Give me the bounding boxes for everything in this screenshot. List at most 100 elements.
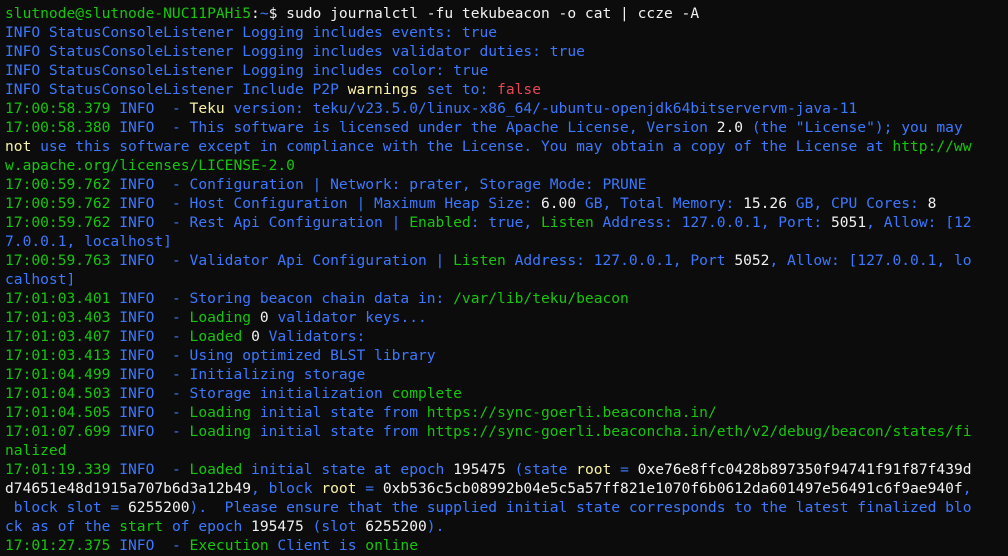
log-line: INFO StatusConsoleListener Logging inclu…	[5, 23, 1008, 42]
log-segment: INFO	[119, 176, 155, 193]
log-segment: Address:	[593, 214, 682, 231]
log-segment: 6255200	[128, 499, 190, 516]
log-segment: -	[154, 100, 190, 117]
log-segment: INFO	[119, 100, 155, 117]
log-segment: initial state from	[251, 423, 427, 440]
log-segment: ). Please ensure that the supplied initi…	[189, 499, 972, 516]
log-segment: set to:	[417, 81, 498, 98]
log-segment: 127.0.0.1	[681, 214, 761, 231]
log-segment: Enabled	[409, 214, 471, 231]
log-segment: root	[576, 461, 612, 478]
log-segment: , Allow: [12	[866, 214, 972, 231]
log-line: 17:00:59.762 INFO - Host Configuration |…	[5, 194, 1008, 213]
log-segment: INFO	[119, 423, 155, 440]
log-segment: INFO	[119, 537, 155, 554]
log-segment: (state	[505, 461, 577, 478]
log-segment: Address:	[505, 252, 594, 269]
log-line: 17:01:04.499 INFO - Initializing storage	[5, 365, 1008, 384]
log-segment: 17:01:03.401	[5, 290, 120, 307]
log-segment: 17:01:03.403	[5, 309, 120, 326]
log-segment: validator keys...	[268, 309, 427, 326]
log-segment: 17:00:59.763	[5, 252, 120, 269]
log-segment: warnings	[347, 81, 418, 98]
log-segment: INFO StatusConsoleListener Logging inclu…	[5, 24, 498, 41]
log-segment: INFO	[119, 404, 155, 421]
log-segment: Loading	[189, 423, 252, 440]
log-line: 17:01:03.401 INFO - Storing beacon chain…	[5, 289, 1008, 308]
log-segment: 17:01:04.505	[5, 404, 120, 421]
log-segment: , Allow: [127.0.0.1, lo	[769, 252, 972, 269]
log-line: nalized	[5, 441, 1008, 460]
log-segment: online	[365, 537, 418, 554]
log-segment: , Port:	[760, 214, 831, 231]
log-segment: start	[119, 518, 164, 535]
log-segment: ,	[962, 480, 972, 497]
log-segment: 0	[259, 309, 269, 326]
log-segment: 8	[927, 195, 937, 212]
log-segment: Loading	[189, 309, 252, 326]
log-segment: of epoch	[163, 518, 252, 535]
log-line: 17:00:59.763 INFO - Validator Api Config…	[5, 251, 1008, 270]
log-segment: w.apache.org/licenses/LICENSE-2.0	[5, 157, 295, 174]
log-segment: (the "License"); you may	[743, 119, 963, 136]
log-segment: not	[5, 138, 32, 155]
log-segment: , block	[251, 480, 322, 497]
log-segment: 2.0	[716, 119, 744, 136]
log-line: ck as of the start of epoch 195475 (slot…	[5, 517, 1008, 536]
log-segment: https://sync-goerli.beaconcha.in/	[426, 404, 717, 421]
log-segment: INFO	[119, 347, 155, 364]
log-segment: INFO StatusConsoleListener Logging inclu…	[5, 62, 489, 79]
log-segment: 17:01:03.407	[5, 328, 120, 345]
log-segment: 17:00:59.762	[5, 195, 120, 212]
log-segment: /var/lib/teku/beacon	[453, 290, 629, 307]
prompt-segment: ~	[259, 5, 269, 22]
terminal-window[interactable]: slutnode@slutnode-NUC11PAHi5:~$ sudo jou…	[0, 0, 1008, 556]
log-segment: INFO	[119, 195, 155, 212]
log-segment: Loading	[189, 404, 252, 421]
terminal-output: slutnode@slutnode-NUC11PAHi5:~$ sudo jou…	[5, 4, 1008, 555]
log-segment: Client is	[268, 537, 366, 554]
log-segment: 195475	[251, 518, 304, 535]
log-segment: use this software except in compliance w…	[31, 138, 893, 155]
log-segment: (slot	[303, 518, 366, 535]
log-segment: 195475	[453, 461, 506, 478]
log-segment: -	[154, 423, 190, 440]
log-segment: calhost]	[5, 271, 76, 288]
log-line: 17:00:59.762 INFO - Configuration | Netw…	[5, 175, 1008, 194]
log-segment: - Initializing storage	[154, 366, 366, 383]
log-line: 17:01:27.375 INFO - Execution Client is …	[5, 536, 1008, 555]
log-segment: root	[321, 480, 357, 497]
log-segment: - Validator Api Configuration |	[154, 252, 454, 269]
log-line: 17:00:58.380 INFO - This software is lic…	[5, 118, 1008, 137]
log-segment: 0	[251, 328, 260, 345]
log-segment: ck as of the	[5, 518, 120, 535]
log-segment: 0xe76e8ffc0428b897350f94741f91f87f439d	[637, 461, 972, 478]
log-segment: Validators:	[259, 328, 366, 345]
log-segment: : true,	[470, 214, 542, 231]
log-segment: - Using optimized BLST library	[154, 347, 436, 364]
log-line: d74651e48d1915a707b6d3a12b49, block root…	[5, 479, 1008, 498]
log-segment: 5051	[830, 214, 867, 231]
log-segment: 17:01:03.413	[5, 347, 120, 364]
log-line: calhost]	[5, 270, 1008, 289]
log-line: 7.0.0.1, localhost]	[5, 232, 1008, 251]
log-segment: GB, CPU Cores:	[787, 195, 928, 212]
log-segment: INFO	[119, 290, 155, 307]
log-line: 17:00:58.379 INFO - Teku version: teku/v…	[5, 99, 1008, 118]
log-line: 17:01:04.503 INFO - Storage initializati…	[5, 384, 1008, 403]
log-segment: Listen	[453, 252, 506, 269]
log-line: 17:01:04.505 INFO - Loading initial stat…	[5, 403, 1008, 422]
prompt-segment: :	[251, 5, 260, 22]
log-segment: 7.0.0.1, localhost]	[5, 233, 172, 250]
log-line: INFO StatusConsoleListener Logging inclu…	[5, 61, 1008, 80]
log-segment	[251, 309, 260, 326]
log-segment: Listen	[541, 214, 594, 231]
log-segment: INFO	[119, 385, 155, 402]
log-line: 17:00:59.762 INFO - Rest Api Configurati…	[5, 213, 1008, 232]
log-line: not use this software except in complian…	[5, 137, 1008, 156]
log-line: w.apache.org/licenses/LICENSE-2.0	[5, 156, 1008, 175]
log-segment: 17:01:04.503	[5, 385, 120, 402]
log-segment: 0xb536c5cb08992b04e5c5a57ff821e1070f6b06…	[382, 480, 963, 497]
log-segment: 6255200	[365, 518, 427, 535]
log-segment: 17:01:07.699	[5, 423, 120, 440]
